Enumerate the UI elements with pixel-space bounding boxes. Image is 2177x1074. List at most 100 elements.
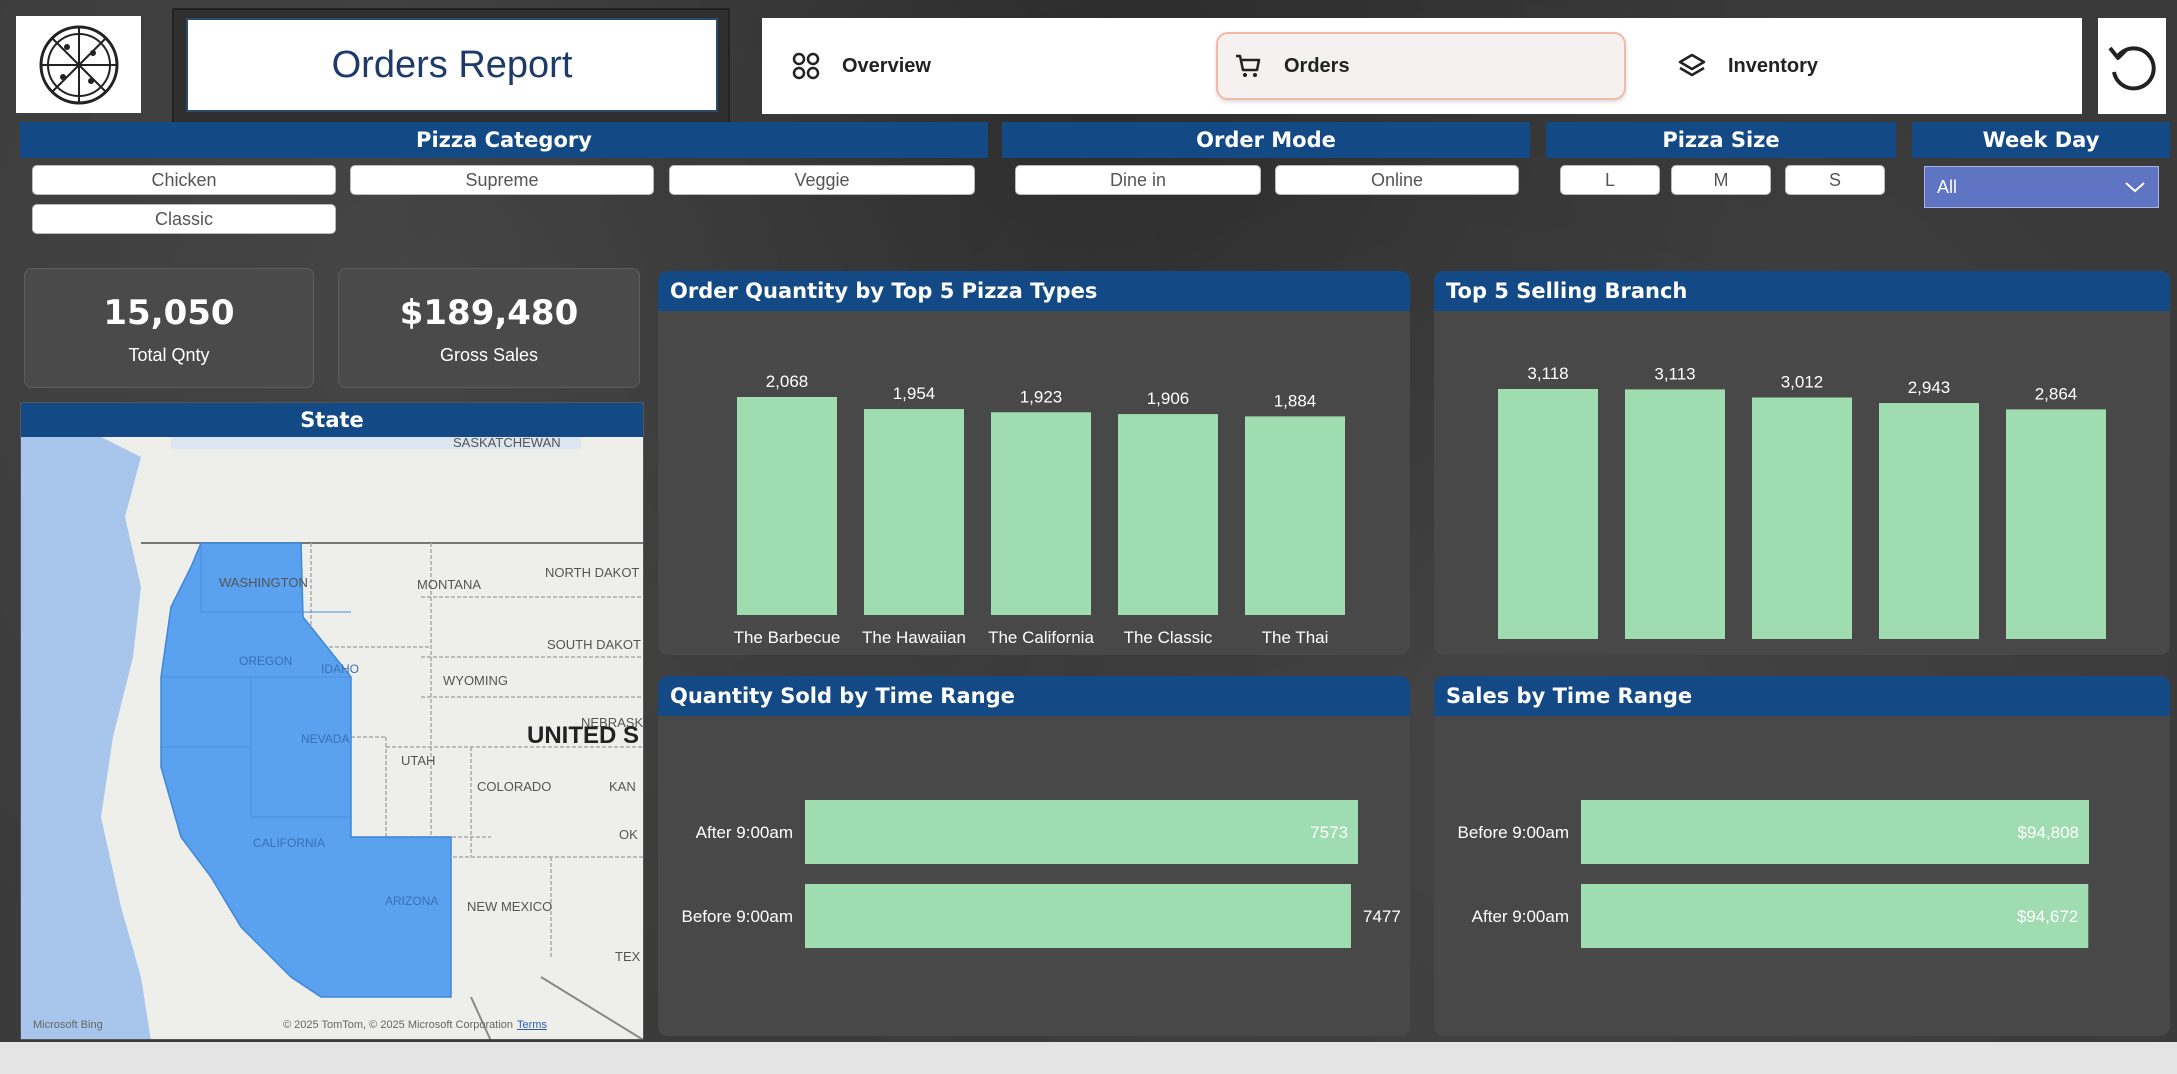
bar-0[interactable] [805, 800, 1358, 864]
category-label-1-1: Pizza [893, 652, 935, 655]
map-label-united-states: UNITED S [527, 722, 639, 749]
category-label-1: After 9:00am [1472, 907, 1569, 926]
bing-attribution-text: Microsoft Bing [33, 1019, 103, 1031]
pizza-types-chart-panel: Order Quantity by Top 5 Pizza Types 2,06… [658, 271, 1410, 655]
bar-4[interactable] [2006, 409, 2106, 639]
pizza-size-header: Pizza Size [1546, 122, 1896, 158]
chip-chicken[interactable]: Chicken [32, 165, 336, 195]
bar-1[interactable] [1581, 884, 2089, 948]
report-title: Orders Report [331, 43, 573, 86]
chip-veggie[interactable]: Veggie [669, 165, 975, 195]
pizza-icon [39, 25, 118, 104]
refresh-icon [2108, 46, 2156, 91]
kpi-gross-sales-label: Gross Sales [439, 345, 539, 365]
grid-icon [792, 52, 820, 80]
map-label-oregon: OREGON [239, 654, 292, 668]
qty-time-chart-panel: Quantity Sold by Time Range After 9:00am… [658, 676, 1410, 1036]
bottom-strip [0, 1042, 2177, 1074]
kpi-gross-sales-value: $189,480 [399, 293, 579, 333]
category-label-2-1: Chicken Pizza [987, 652, 1095, 655]
layers-icon [1678, 53, 1706, 77]
data-label-2: 1,923 [1020, 387, 1063, 406]
branch-chart-panel: Top 5 Selling Branch 3,118 Nevada 3,113 Ari… [1434, 271, 2170, 655]
category-label-3-0: The Classic [1124, 628, 1213, 647]
pizza-types-chart[interactable]: 2,068 The Barbecue Chicken Pizza 1,954 The H… [658, 311, 1410, 655]
bar-1[interactable] [805, 884, 1351, 948]
sales-time-chart-panel: Sales by Time Range Before 9:00am $94,808… [1434, 676, 2170, 1036]
bar-2[interactable] [1752, 397, 1852, 639]
nav-inventory-label: Inventory [1728, 54, 1819, 77]
category-label-1-0: Arizona [1646, 652, 1704, 655]
category-label-4-0: The Thai [1262, 628, 1329, 647]
data-label-4: 1,884 [1274, 391, 1317, 410]
map-label-south-dakota: SOUTH DAKOT [547, 637, 641, 652]
bar-0[interactable] [737, 397, 837, 615]
data-label-0: $94,808 [2018, 823, 2079, 842]
category-label-0-1: Chicken Pizza [733, 652, 841, 655]
pizza-logo [16, 16, 141, 113]
chevron-down-icon [2125, 182, 2145, 193]
map-label-wyoming: WYOMING [443, 673, 508, 688]
map-copyright-text: © 2025 TomTom, © 2025 Microsoft Corporat… [283, 1019, 514, 1031]
category-label-3-0: Oregon [1901, 652, 1958, 655]
branch-chart[interactable]: 3,118 Nevada 3,113 Arizona 3,012 California 2,… [1434, 311, 2170, 655]
map-label-nevada: NEVADA [301, 732, 349, 746]
nav-overview-label: Overview [842, 54, 931, 77]
nav-inventory-button[interactable]: Inventory [1662, 32, 1962, 100]
bar-0[interactable] [1581, 800, 2089, 864]
report-title-box: Orders Report [186, 18, 718, 112]
category-label-1-0: The Hawaiian [862, 628, 966, 647]
chip-dine-in[interactable]: Dine in [1015, 165, 1261, 195]
bar-1[interactable] [864, 409, 964, 615]
data-label-1: 7477 [1363, 907, 1401, 926]
kpi-gross-sales-card: $189,480 Gross Sales [338, 268, 640, 388]
chip-size-s[interactable]: S [1785, 165, 1885, 195]
bing-attribution: Microsoft Bing [33, 1019, 103, 1031]
bar-1[interactable] [1625, 389, 1725, 639]
nav-overview-button[interactable]: Overview [776, 32, 1076, 100]
map-label-montana: MONTANA [417, 577, 481, 592]
data-label-3: 1,906 [1147, 389, 1190, 408]
bar-0[interactable] [1498, 389, 1598, 639]
category-label-1: Before 9:00am [681, 907, 793, 926]
map-label-oklahoma: OK [619, 827, 638, 842]
qty-time-chart[interactable]: After 9:00am 7573 Before 9:00am 7477 [658, 716, 1410, 1036]
chip-supreme[interactable]: Supreme [350, 165, 654, 195]
data-label-0: 7573 [1310, 823, 1348, 842]
chip-size-l[interactable]: L [1560, 165, 1660, 195]
kpi-total-qnty-label: Total Qnty [128, 345, 210, 365]
kpi-total-qnty-value: 15,050 [103, 293, 235, 333]
bar-3[interactable] [1879, 403, 1979, 639]
data-label-0: 3,118 [1527, 364, 1568, 383]
map-label-new-mexico: NEW MEXICO [467, 899, 552, 914]
cart-icon [1236, 54, 1261, 77]
map-terms-link[interactable]: Terms [517, 1019, 547, 1031]
category-label-0-0: The Barbecue [734, 628, 841, 647]
map-label-colorado: COLORADO [477, 779, 551, 794]
week-day-dropdown[interactable]: All [1924, 166, 2159, 208]
category-label-2-0: California [1766, 652, 1838, 655]
chip-classic[interactable]: Classic [32, 204, 336, 234]
bar-4[interactable] [1245, 416, 1345, 615]
nav-orders-button[interactable]: Orders [1216, 32, 1626, 100]
category-label-0: Before 9:00am [1457, 823, 1569, 842]
map-label-washington: WASHINGTON [219, 575, 308, 590]
map-label-idaho: IDAHO [321, 662, 359, 676]
chip-online[interactable]: Online [1275, 165, 1519, 195]
sales-time-chart[interactable]: Before 9:00am $94,808 After 9:00am $94,672 [1434, 716, 2170, 1036]
map-label-saskatchewan: SASKATCHEWAN [453, 437, 561, 450]
category-label-0-0: Nevada [1519, 652, 1578, 655]
state-map-header: State [21, 403, 643, 437]
map-label-kansas: KAN [609, 779, 636, 794]
state-map[interactable]: SASKATCHEWAN WASHINGTON MONTANA NORTH DA… [21, 437, 644, 1040]
pizza-category-header: Pizza Category [20, 122, 988, 158]
state-map-panel[interactable]: State SASKATCHEWAN WASHINGTON MONTANA NO… [20, 402, 644, 1040]
chip-size-m[interactable]: M [1671, 165, 1771, 195]
bar-3[interactable] [1118, 414, 1218, 615]
category-label-2-0: The California [988, 628, 1094, 647]
map-label-north-dakota: NORTH DAKOT [545, 565, 639, 580]
refresh-button[interactable] [2098, 18, 2166, 114]
bar-2[interactable] [991, 412, 1091, 615]
category-label-4-1: Chicken Pizza [1241, 652, 1349, 655]
data-label-3: 2,943 [1908, 378, 1951, 397]
